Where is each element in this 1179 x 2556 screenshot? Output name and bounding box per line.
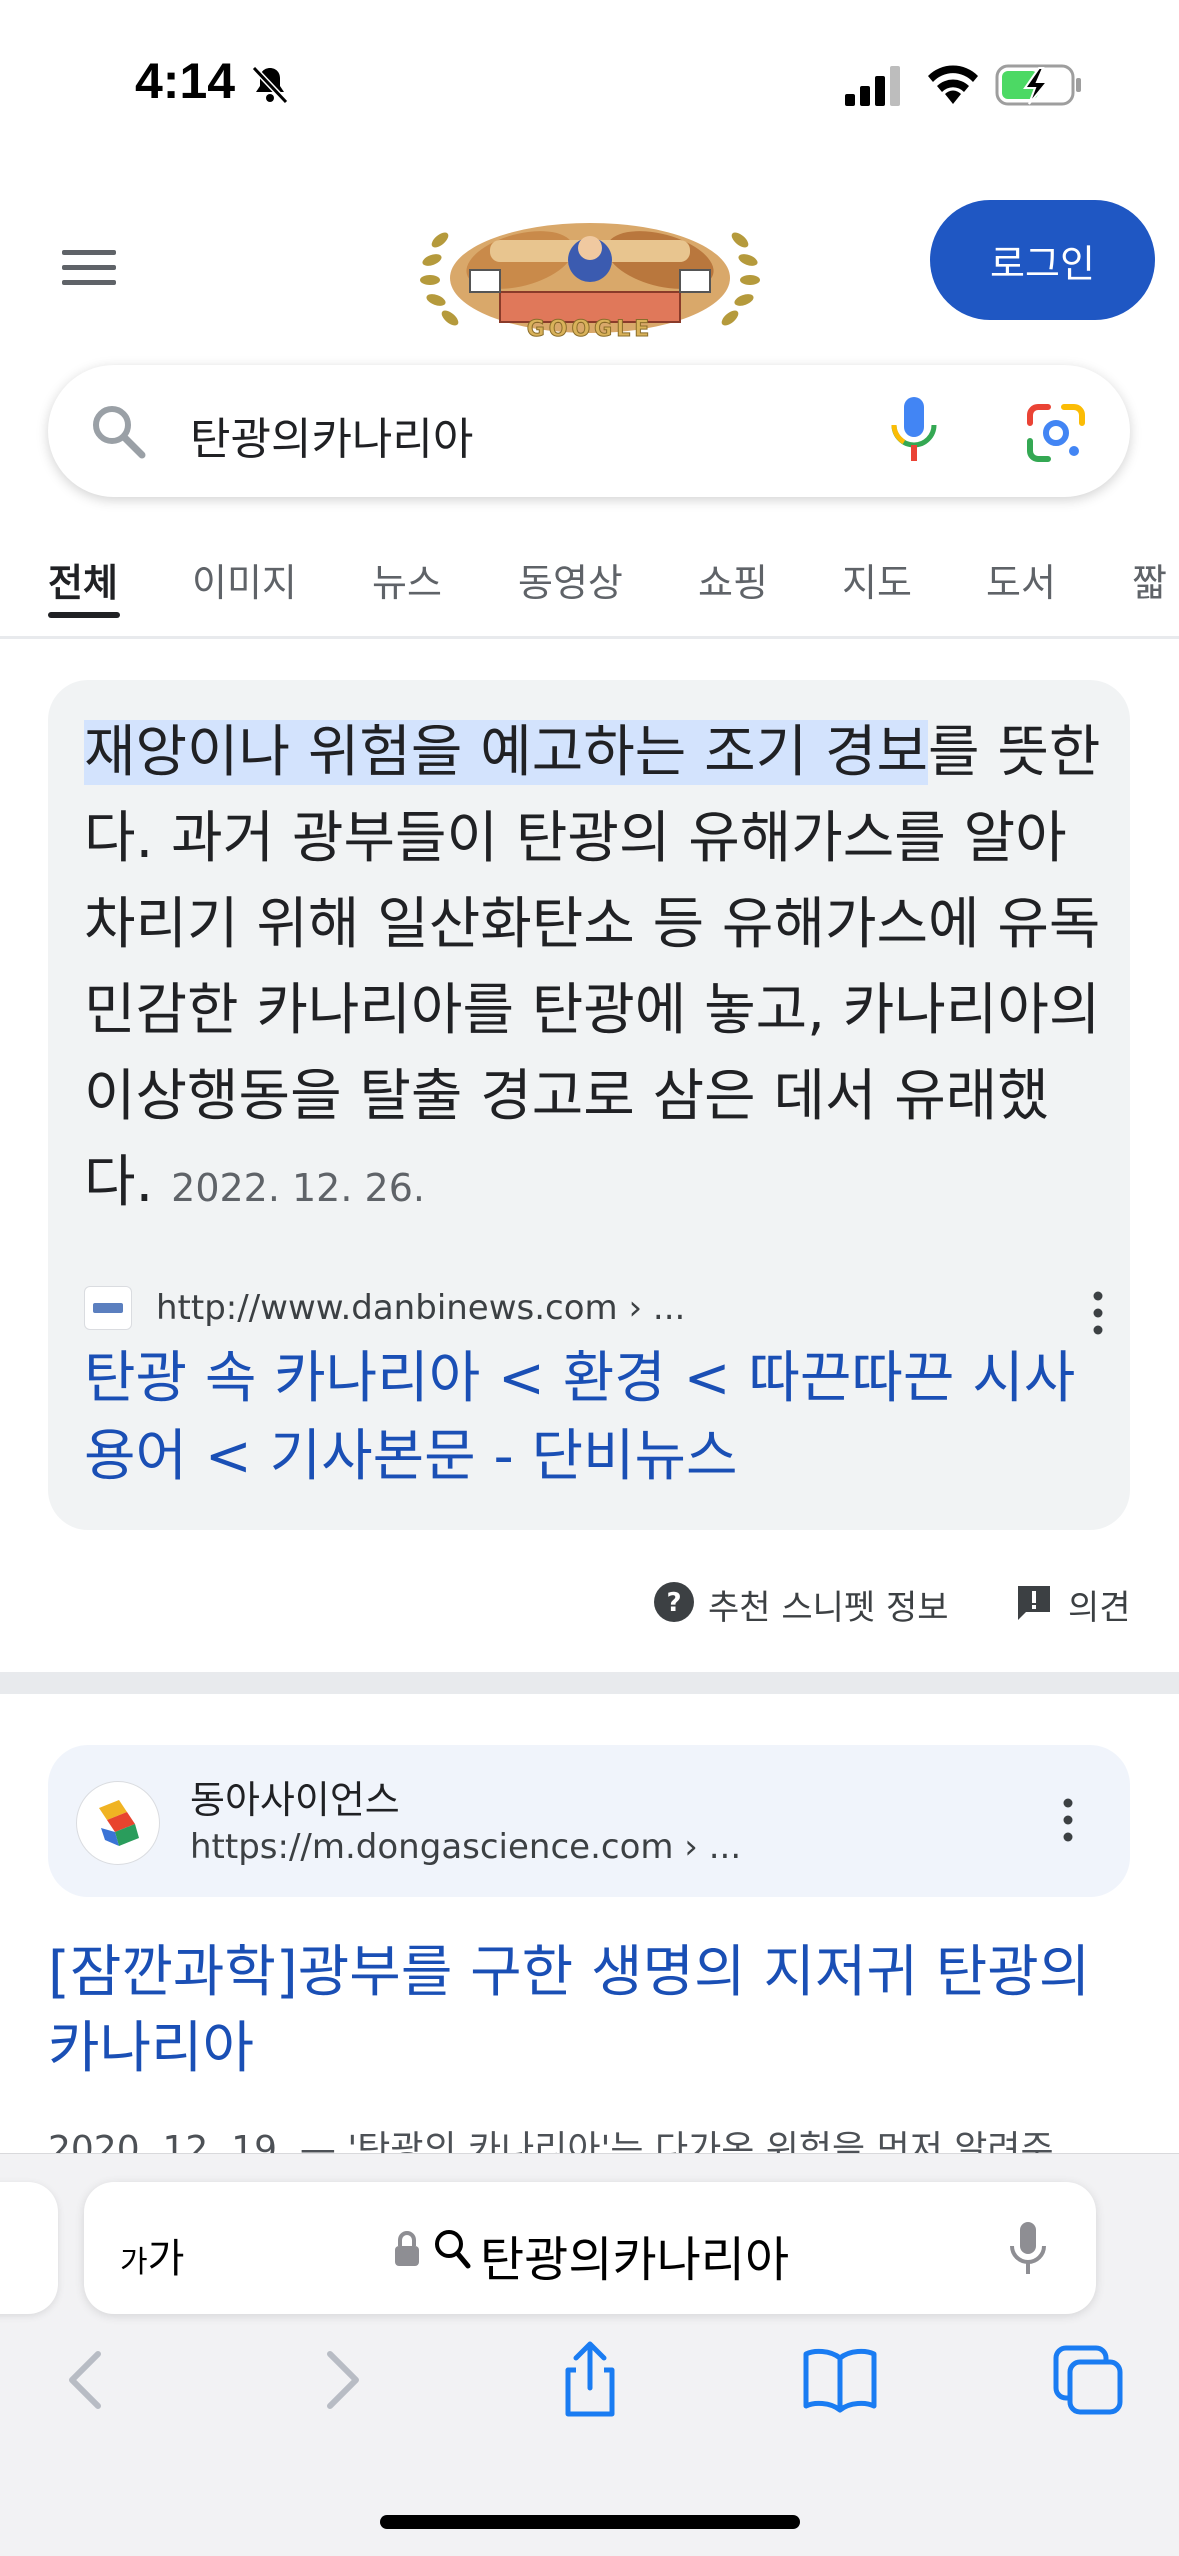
back-icon[interactable] [48, 2340, 128, 2420]
microphone-icon[interactable] [1008, 2220, 1048, 2278]
tab-books[interactable]: 도서 [986, 552, 1056, 607]
login-button[interactable]: 로그인 [930, 200, 1155, 320]
result-source-header[interactable]: 동아사이언스 https://m.dongascience.com › ... [48, 1745, 1130, 1897]
snippet-feedback-row: ? 추천 스니펫 정보 의견 [0, 1570, 1179, 1630]
status-bar: 4:14 [0, 0, 1179, 170]
search-tabs: 전체 이미지 뉴스 동영상 쇼핑 지도 도서 짧 [0, 540, 1179, 640]
forward-icon[interactable] [300, 2340, 380, 2420]
snippet-date: 2022. 12. 26. [171, 1166, 425, 1210]
more-options-icon[interactable] [1090, 1288, 1106, 1338]
search-icon [435, 2230, 471, 2269]
result-site-name: 동아사이언스 [190, 1778, 400, 1822]
status-time: 4:14 [135, 53, 236, 109]
active-tab-indicator [48, 612, 120, 618]
search-query-text[interactable]: 탄광의카나리아 [190, 403, 473, 467]
snippet-text: 재앙이나 위험을 예고하는 조기 경보를 뜻한다. 과거 광부들이 탄광의 유해… [84, 710, 1104, 1231]
hamburger-menu-icon[interactable] [60, 248, 120, 288]
tab-shopping[interactable]: 쇼핑 [698, 552, 768, 607]
search-box[interactable]: 탄광의카나리아 [48, 365, 1130, 497]
address-bar[interactable]: 가가 탄광의카나리아 [84, 2182, 1096, 2314]
google-doodle-logo[interactable]: GOOGLE [410, 200, 770, 345]
tab-videos[interactable]: 동영상 [518, 552, 623, 607]
feedback-icon[interactable] [1014, 1582, 1054, 1622]
result-title-link[interactable]: [잠깐과학]광부를 구한 생명의 지저귀 탄광의 카나리아 [48, 1935, 1130, 2087]
address-text[interactable]: 탄광의카나리아 [480, 2220, 789, 2290]
dongascience-favicon [76, 1781, 160, 1865]
doodle-logo-text: GOOGLE [527, 317, 654, 342]
featured-snippet-info-link[interactable]: 추천 스니펫 정보 [708, 1580, 949, 1629]
danbinews-favicon [84, 1286, 132, 1330]
tabs-icon[interactable] [1048, 2340, 1128, 2420]
snippet-link-title[interactable]: 탄광 속 카나리아 < 환경 < 따끈따끈 시사용어 < 기사본문 - 단비뉴스 [84, 1340, 1104, 1496]
bell-slash-icon [251, 65, 289, 105]
more-options-icon[interactable] [1060, 1795, 1076, 1845]
home-indicator [380, 2515, 800, 2529]
previous-tab-preview[interactable] [0, 2182, 58, 2314]
tabs-divider [0, 636, 1179, 639]
battery-charging-icon [995, 64, 1081, 106]
featured-snippet-card: 재앙이나 위험을 예고하는 조기 경보를 뜻한다. 과거 광부들이 탄광의 유해… [48, 680, 1130, 1530]
tab-news[interactable]: 뉴스 [372, 552, 442, 607]
text-size-button[interactable]: 가가 [120, 2226, 184, 2284]
snippet-body-text: 를 뜻한다. 과거 광부들이 탄광의 유해가스를 알아차리기 위해 일산화탄소 … [84, 720, 1101, 1215]
help-circle-icon[interactable]: ? [652, 1580, 696, 1624]
result-site-url: https://m.dongascience.com › ... [190, 1827, 742, 1867]
snippet-source[interactable]: http://www.danbinews.com › ... [84, 1276, 1104, 1336]
snippet-highlighted-text: 재앙이나 위험을 예고하는 조기 경보 [84, 720, 929, 785]
wifi-icon [928, 65, 978, 104]
tab-images[interactable]: 이미지 [192, 552, 297, 607]
tab-all[interactable]: 전체 [48, 552, 118, 607]
snippet-source-url[interactable]: http://www.danbinews.com › ... [156, 1288, 685, 1328]
bookmarks-icon[interactable] [800, 2340, 880, 2420]
search-icon [93, 406, 146, 459]
feedback-link[interactable]: 의견 [1068, 1580, 1131, 1629]
section-divider [0, 1672, 1179, 1694]
cellular-signal-icon [845, 66, 900, 106]
tab-shorts[interactable]: 짧 [1132, 552, 1167, 607]
share-icon[interactable] [550, 2340, 630, 2420]
voice-search-mic-icon[interactable] [888, 395, 940, 467]
google-lens-icon[interactable] [1026, 403, 1086, 463]
svg-text:?: ? [666, 1588, 681, 1618]
lock-icon [395, 2231, 419, 2266]
tab-maps[interactable]: 지도 [842, 552, 912, 607]
